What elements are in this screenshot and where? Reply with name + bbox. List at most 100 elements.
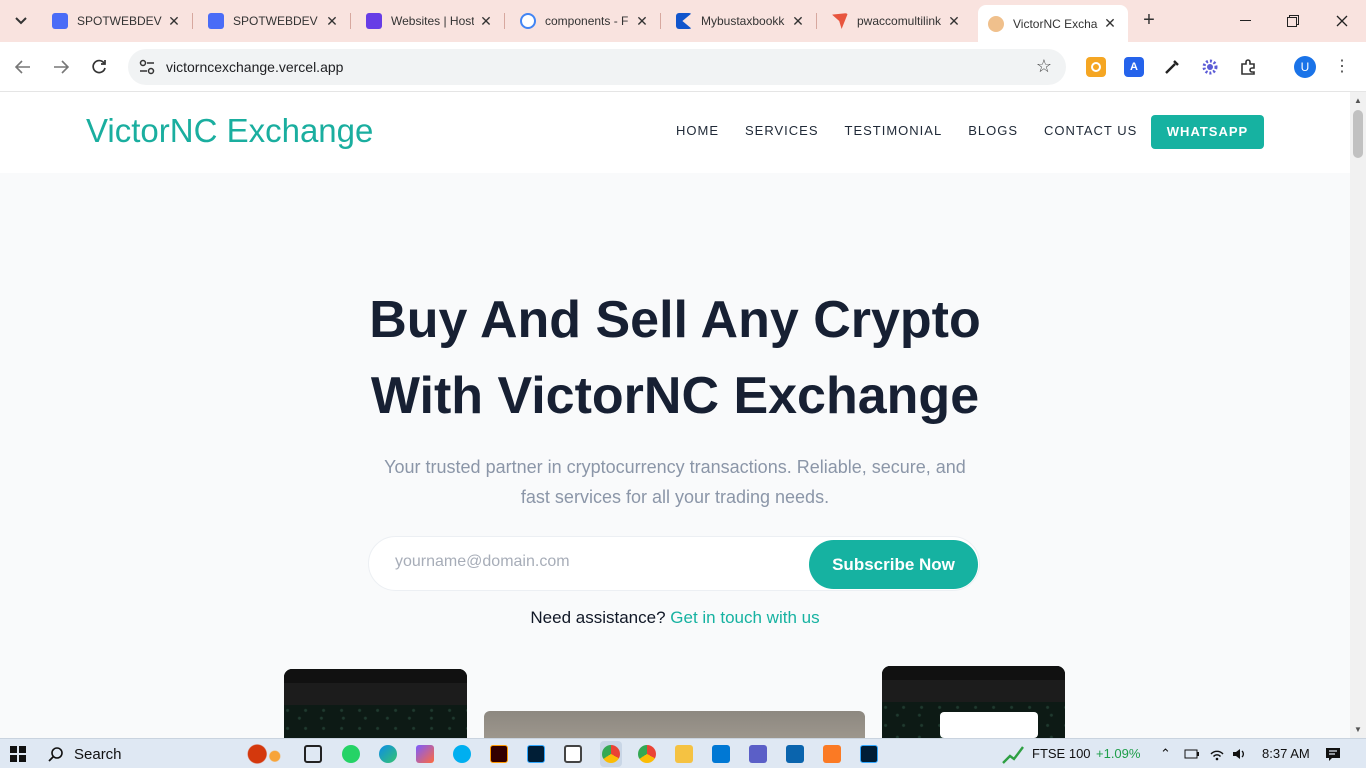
photoshop-icon-2[interactable] — [860, 745, 878, 763]
chat-screenshot-right — [882, 666, 1065, 738]
edge-icon[interactable] — [379, 745, 397, 763]
victornc-favicon-icon — [988, 15, 1004, 32]
subscribe-button[interactable]: Subscribe Now — [809, 540, 978, 589]
photoshop-icon[interactable] — [527, 745, 545, 763]
main-nav: HOME SERVICES TESTIMONIAL BLOGS CONTACT … — [676, 123, 1163, 138]
restore-icon — [1287, 15, 1299, 27]
site-logo[interactable]: VictorNC Exchange — [86, 112, 373, 150]
clock[interactable]: 8:37 AM — [1262, 746, 1310, 761]
translate-extension-icon[interactable]: A — [1124, 57, 1144, 77]
url-text: victorncexchange.vercel.app — [166, 59, 344, 75]
eyedropper-extension-icon[interactable] — [1162, 57, 1182, 77]
back-button[interactable] — [10, 54, 36, 80]
close-tab-icon[interactable]: ✕ — [634, 13, 650, 30]
reload-button[interactable] — [86, 54, 112, 80]
file-explorer-icon[interactable] — [675, 745, 693, 763]
tab-search-button[interactable] — [8, 8, 34, 34]
nav-contact-us[interactable]: CONTACT US — [1044, 123, 1137, 138]
pwacco-favicon-icon — [832, 13, 848, 29]
payment-receipt-card — [940, 712, 1038, 738]
notification-icon[interactable] — [1325, 746, 1341, 762]
tab-title: Websites | Host — [391, 14, 474, 28]
scrollbar-thumb[interactable] — [1353, 110, 1363, 158]
show-hidden-icons[interactable]: ⌃ — [1160, 746, 1171, 762]
close-tab-icon[interactable]: ✕ — [478, 13, 494, 30]
gear-extension-icon[interactable] — [1200, 57, 1220, 77]
puzzle-icon — [1241, 59, 1255, 75]
page-viewport: VictorNC Exchange HOME SERVICES TESTIMON… — [0, 92, 1350, 738]
hostinger-favicon-icon — [366, 13, 382, 29]
whatsapp-button[interactable]: WHATSAPP — [1151, 115, 1264, 149]
chrome-icon-2[interactable] — [638, 745, 656, 763]
browser-tab-active[interactable]: VictorNC Excha ✕ — [978, 5, 1128, 42]
bookmark-star-icon[interactable]: ☆ — [1036, 56, 1052, 77]
scroll-up-icon[interactable]: ▲ — [1354, 96, 1362, 105]
hero-title: Buy And Sell Any Crypto With VictorNC Ex… — [300, 282, 1050, 434]
forward-button[interactable] — [48, 54, 74, 80]
scroll-down-icon[interactable]: ▼ — [1354, 725, 1362, 734]
new-tab-button[interactable]: + — [1136, 8, 1162, 34]
chat-header — [284, 683, 467, 705]
assistance-label: Need assistance? — [530, 608, 671, 627]
eyedropper-icon — [1165, 60, 1179, 74]
tab-title: pwaccomultilink — [857, 14, 942, 28]
volume-icon[interactable] — [1231, 746, 1247, 762]
close-tab-icon[interactable]: ✕ — [324, 13, 340, 30]
nav-blogs[interactable]: BLOGS — [968, 123, 1018, 138]
address-bar[interactable]: victorncexchange.vercel.app ☆ — [128, 49, 1066, 85]
taskbar-search[interactable]: Search — [38, 740, 298, 768]
browser-tab-strip: SPOTWEBDEV - ✕ SPOTWEBDEV - ✕ Websites |… — [0, 0, 1366, 42]
start-button[interactable] — [10, 746, 26, 762]
chat-screenshot-left — [284, 669, 467, 738]
email-input[interactable] — [395, 553, 795, 571]
chrome-icon[interactable] — [602, 745, 620, 763]
page-scrollbar[interactable]: ▲ ▼ — [1350, 92, 1366, 738]
profile-avatar[interactable]: U — [1294, 56, 1316, 78]
site-info-icon[interactable] — [138, 58, 156, 76]
xampp-icon[interactable] — [823, 745, 841, 763]
ticker-change[interactable]: +1.09% — [1096, 746, 1140, 761]
close-tab-icon[interactable]: ✕ — [166, 13, 182, 30]
close-tab-icon[interactable]: ✕ — [946, 13, 962, 30]
search-highlight-icon — [244, 743, 288, 765]
spotwebdev-favicon-icon — [52, 13, 68, 29]
more-options-icon[interactable]: ⋮ — [1334, 56, 1350, 78]
teams-icon[interactable] — [749, 745, 767, 763]
copilot-icon[interactable] — [416, 745, 434, 763]
chat-header — [882, 680, 1065, 702]
hero-subtitle-line2: fast services for all your trading needs… — [520, 487, 830, 507]
close-tab-icon[interactable]: ✕ — [790, 13, 806, 30]
ticker-name[interactable]: FTSE 100 — [1032, 746, 1091, 761]
browser-tab[interactable]: pwaccomultilink ✕ — [822, 5, 972, 37]
browser-tab[interactable]: Mybustaxbookk ✕ — [666, 5, 817, 37]
nav-testimonial[interactable]: TESTIMONIAL — [845, 123, 943, 138]
search-label: Search — [74, 745, 122, 763]
store-icon[interactable] — [564, 745, 582, 763]
task-view-icon[interactable] — [304, 745, 322, 763]
illustrator-icon[interactable] — [490, 745, 508, 763]
contact-link[interactable]: Get in touch with us — [670, 608, 819, 627]
nav-services[interactable]: SERVICES — [745, 123, 819, 138]
minimize-button[interactable] — [1221, 0, 1269, 42]
browser-tab[interactable]: components - F ✕ — [510, 5, 661, 37]
vscode-icon[interactable] — [712, 745, 730, 763]
restore-button[interactable] — [1269, 0, 1317, 42]
phone-status-bar — [882, 666, 1065, 680]
extension-icon[interactable] — [1086, 57, 1106, 77]
whatsapp-icon[interactable] — [342, 745, 360, 763]
tab-title: components - F — [545, 14, 629, 28]
nav-home[interactable]: HOME — [676, 123, 719, 138]
outlook-icon[interactable] — [786, 745, 804, 763]
battery-icon[interactable] — [1184, 747, 1200, 761]
tab-title: SPOTWEBDEV - — [77, 14, 162, 28]
wifi-icon[interactable] — [1209, 746, 1225, 762]
extensions-menu-button[interactable] — [1238, 57, 1258, 77]
close-window-button[interactable] — [1318, 0, 1366, 42]
hero-title-line2: With VictorNC Exchange — [370, 367, 980, 425]
skype-icon[interactable] — [453, 745, 471, 763]
tab-title: VictorNC Excha — [1013, 16, 1098, 31]
close-tab-icon[interactable]: ✕ — [1102, 15, 1118, 32]
browser-tab[interactable]: Websites | Host ✕ — [356, 5, 505, 37]
browser-tab[interactable]: SPOTWEBDEV - ✕ — [42, 5, 193, 37]
browser-tab[interactable]: SPOTWEBDEV - ✕ — [198, 5, 351, 37]
